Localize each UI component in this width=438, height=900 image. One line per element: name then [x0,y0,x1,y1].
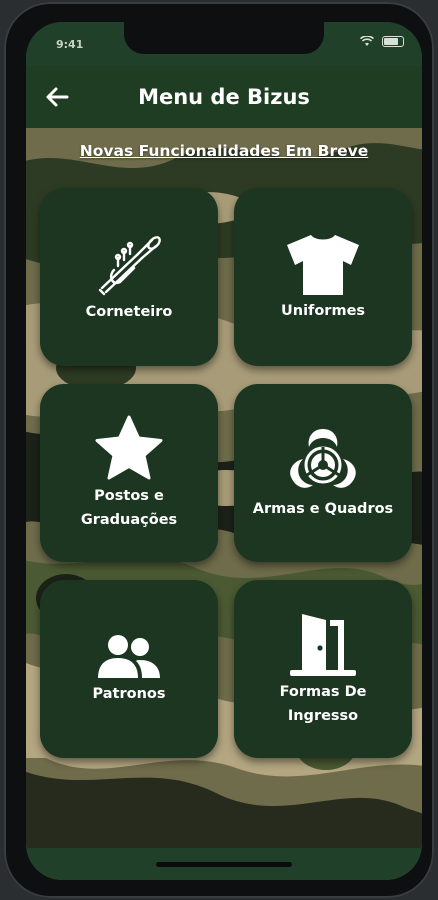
trumpet-icon [98,236,161,296]
biohazard-icon [290,429,356,488]
device-notch [124,22,324,54]
app-bar: Menu de Bizus [26,66,422,128]
status-indicators [360,36,404,47]
menu-card-label: Uniformes [280,303,366,319]
menu-card-postos[interactable]: Postos e Graduações [40,384,218,562]
bottom-bar [26,848,422,880]
status-bar: 9:41 [26,22,422,66]
battery-icon [382,36,404,47]
door-open-icon [290,614,356,676]
menu-content: Novas Funcionalidades Em Breve Corneteir… [26,128,422,848]
menu-card-ingresso[interactable]: Formas De Ingresso [234,580,412,758]
status-time: 9:41 [56,38,84,51]
phone-frame: 9:41 Menu de Bizus Novas Funcionalidades… [4,2,434,898]
coming-soon-notice[interactable]: Novas Funcionalidades Em Breve [26,142,422,160]
menu-card-armas[interactable]: Armas e Quadros [234,384,412,562]
wifi-icon [360,36,374,46]
menu-card-label: Armas e Quadros [252,501,394,517]
home-indicator[interactable] [156,862,292,867]
star-icon [95,415,163,480]
menu-card-label: Patronos [92,686,166,702]
menu-card-label: Postos e Graduações [80,488,178,528]
menu-grid: Corneteiro Uniformes Postos e Graduações [40,188,414,758]
menu-card-label: Corneteiro [85,304,173,320]
shirt-icon [287,235,359,295]
menu-card-patronos[interactable]: Patronos [40,580,218,758]
menu-card-corneteiro[interactable]: Corneteiro [40,188,218,366]
menu-card-uniformes[interactable]: Uniformes [234,188,412,366]
menu-card-label: Formas De Ingresso [279,684,367,724]
users-icon [98,635,160,678]
page-title: Menu de Bizus [138,85,310,109]
app-screen: 9:41 Menu de Bizus Novas Funcionalidades… [26,22,422,880]
